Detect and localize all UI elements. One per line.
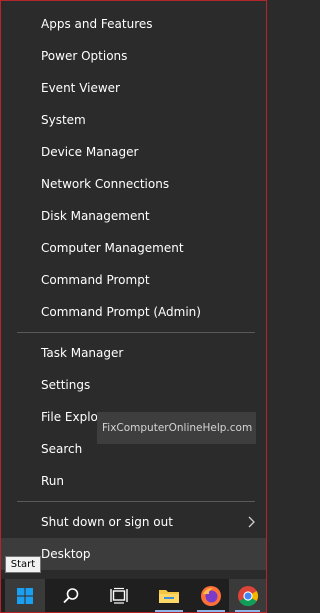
task-view-button[interactable] bbox=[99, 579, 139, 612]
menu-item-task-manager[interactable]: Task Manager bbox=[1, 337, 266, 369]
running-app-indicator bbox=[235, 610, 260, 612]
menu-separator bbox=[17, 501, 255, 502]
winx-power-user-menu: Apps and Features Power Options Event Vi… bbox=[1, 1, 266, 579]
taskbar-chrome[interactable] bbox=[229, 579, 266, 612]
menu-item-label: Command Prompt (Admin) bbox=[41, 305, 201, 319]
taskbar-search-button[interactable] bbox=[51, 579, 91, 612]
menu-item-label: Settings bbox=[41, 378, 91, 392]
menu-item-label: Run bbox=[41, 474, 65, 488]
taskbar-file-explorer[interactable] bbox=[149, 579, 189, 612]
windows-start-icon bbox=[17, 587, 33, 604]
menu-item-event-viewer[interactable]: Event Viewer bbox=[1, 72, 266, 104]
menu-item-label: Command Prompt bbox=[41, 273, 150, 287]
menu-item-device-manager[interactable]: Device Manager bbox=[1, 136, 266, 168]
menu-item-label: Task Manager bbox=[41, 346, 124, 360]
taskbar bbox=[1, 579, 266, 612]
taskbar-firefox[interactable] bbox=[191, 579, 231, 612]
start-tooltip: Start bbox=[5, 556, 41, 573]
menu-item-label: Desktop bbox=[41, 547, 91, 561]
running-app-indicator bbox=[197, 610, 225, 612]
menu-item-network-connections[interactable]: Network Connections bbox=[1, 168, 266, 200]
chevron-right-icon bbox=[248, 516, 255, 528]
chrome-icon bbox=[237, 585, 258, 606]
search-icon bbox=[63, 587, 79, 603]
menu-item-command-prompt-admin[interactable]: Command Prompt (Admin) bbox=[1, 296, 266, 328]
menu-item-label: Search bbox=[41, 442, 83, 456]
menu-item-shut-down-or-sign-out[interactable]: Shut down or sign out bbox=[1, 506, 266, 538]
start-button[interactable] bbox=[5, 579, 45, 612]
menu-item-disk-management[interactable]: Disk Management bbox=[1, 200, 266, 232]
watermark-overlay: FixComputerOnlineHelp.com bbox=[97, 412, 256, 444]
menu-item-settings[interactable]: Settings bbox=[1, 369, 266, 401]
menu-item-label: Event Viewer bbox=[41, 81, 120, 95]
menu-item-label: System bbox=[41, 113, 86, 127]
menu-item-label: Disk Management bbox=[41, 209, 150, 223]
menu-item-power-options[interactable]: Power Options bbox=[1, 40, 266, 72]
menu-item-apps-and-features[interactable]: Apps and Features bbox=[1, 8, 266, 40]
menu-item-command-prompt[interactable]: Command Prompt bbox=[1, 264, 266, 296]
menu-item-label: Network Connections bbox=[41, 177, 170, 191]
menu-item-label: Power Options bbox=[41, 49, 128, 63]
menu-item-run[interactable]: Run bbox=[1, 465, 266, 497]
menu-item-computer-management[interactable]: Computer Management bbox=[1, 232, 266, 264]
file-explorer-icon bbox=[159, 589, 179, 603]
task-view-icon bbox=[110, 587, 128, 604]
menu-item-label: Apps and Features bbox=[41, 17, 153, 31]
menu-item-label: Computer Management bbox=[41, 241, 184, 255]
firefox-icon bbox=[201, 585, 221, 606]
menu-item-label: Device Manager bbox=[41, 145, 139, 159]
running-app-indicator bbox=[155, 610, 183, 612]
menu-item-label: Shut down or sign out bbox=[41, 515, 173, 529]
menu-item-system[interactable]: System bbox=[1, 104, 266, 136]
menu-separator bbox=[17, 332, 255, 333]
